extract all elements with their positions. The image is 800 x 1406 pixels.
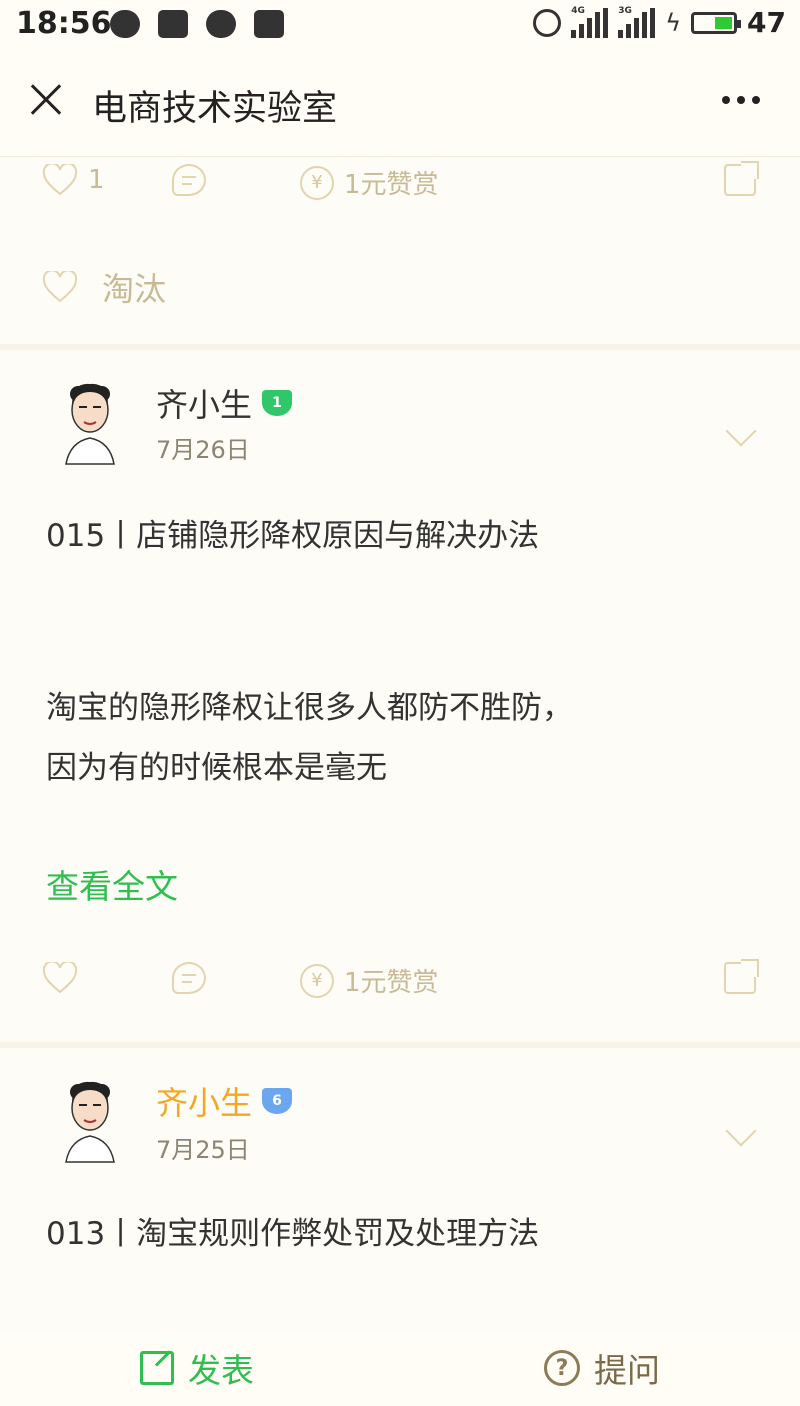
post-body[interactable]: 淘宝的隐形降权让很多人都防不胜防， 因为有的时候根本是毫无 <box>46 678 573 798</box>
liked-by-user[interactable]: 淘汰 <box>102 264 166 310</box>
ask-button[interactable]: ? 提问 <box>544 1344 660 1392</box>
post-body-line: 淘宝的隐形降权让很多人都防不胜防， <box>46 690 573 726</box>
comment-button[interactable] <box>172 962 206 994</box>
post-author[interactable]: 齐小生 6 <box>156 1078 293 1124</box>
bottom-bar: 发表 ? 提问 <box>0 1334 800 1406</box>
post-author[interactable]: 齐小生 1 <box>156 380 293 426</box>
page-title: 电商技术实验室 <box>92 89 338 129</box>
signal-label-4g: 4G <box>571 5 585 16</box>
post-title[interactable]: 013丨淘宝规则作弊处罚及处理方法 <box>46 1208 539 1253</box>
post-title[interactable]: 015丨店铺隐形降权原因与解决办法 <box>46 510 539 555</box>
reward-button[interactable]: ¥ 1元赞赏 <box>300 164 439 201</box>
reward-label: 1元赞赏 <box>344 968 439 998</box>
signal-icon: 4G <box>571 5 609 38</box>
chevron-down-icon[interactable] <box>725 1115 757 1147</box>
comment-icon <box>172 164 206 196</box>
share-icon <box>724 959 759 994</box>
wechat-icon <box>206 10 236 38</box>
comment-button[interactable] <box>172 164 206 196</box>
alarm-icon <box>533 8 562 37</box>
question-icon: ? <box>544 1350 580 1386</box>
edit-icon <box>140 1351 174 1385</box>
reward-label: 1元赞赏 <box>344 170 439 200</box>
calendar-icon <box>254 10 284 38</box>
signal-icon: 3G <box>618 5 656 38</box>
close-button[interactable] <box>28 82 64 118</box>
avatar[interactable] <box>60 376 120 466</box>
heart-icon <box>42 962 78 994</box>
like-count: 1 <box>88 165 105 195</box>
yen-icon: ¥ <box>300 165 334 200</box>
battery-icon <box>691 11 742 34</box>
like-button[interactable] <box>42 962 78 994</box>
post-actions: ¥ 1元赞赏 <box>0 948 800 1008</box>
comment-icon <box>172 962 206 994</box>
liked-by-row: 淘汰 <box>42 264 166 310</box>
author-name: 齐小生 <box>156 1084 253 1122</box>
battery-fill <box>715 16 733 29</box>
avatar[interactable] <box>60 1074 120 1164</box>
reward-button[interactable]: ¥ 1元赞赏 <box>300 962 439 999</box>
like-button[interactable]: 1 <box>42 164 105 196</box>
divider <box>0 344 800 350</box>
chevron-down-icon[interactable] <box>725 415 757 447</box>
publish-label: 发表 <box>188 1351 254 1390</box>
heart-icon <box>42 271 78 303</box>
level-badge-icon: 6 <box>262 1088 293 1114</box>
status-bar: 18:56 4G 3G ϟ 47 <box>0 0 800 50</box>
level-badge-icon: 1 <box>262 390 293 416</box>
post-date: 7月26日 <box>156 436 250 464</box>
ask-label: 提问 <box>594 1351 660 1390</box>
heart-icon <box>42 164 78 196</box>
divider <box>0 1042 800 1048</box>
post-date: 7月25日 <box>156 1136 250 1164</box>
read-more-link[interactable]: 查看全文 <box>46 860 178 908</box>
post-body-line: 因为有的时候根本是毫无 <box>46 750 387 786</box>
battery-percent: 47 <box>747 6 786 39</box>
message-icon <box>110 10 140 38</box>
yen-icon: ¥ <box>300 963 334 998</box>
qq-icon <box>158 10 188 38</box>
more-options-button[interactable] <box>722 96 760 104</box>
signal-label-3g: 3G <box>618 5 632 16</box>
prev-post-actions: 1 ¥ 1元赞赏 <box>0 150 800 210</box>
share-button[interactable] <box>724 959 759 994</box>
share-button[interactable] <box>724 161 759 196</box>
publish-button[interactable]: 发表 <box>140 1344 254 1392</box>
status-time: 18:56 <box>16 6 112 41</box>
status-right: 4G 3G ϟ 47 <box>533 6 786 39</box>
charging-icon: ϟ <box>665 8 682 37</box>
navbar: 电商技术实验室 <box>0 50 800 157</box>
share-icon <box>724 161 759 196</box>
notification-icons <box>110 10 284 38</box>
author-name: 齐小生 <box>156 386 253 424</box>
